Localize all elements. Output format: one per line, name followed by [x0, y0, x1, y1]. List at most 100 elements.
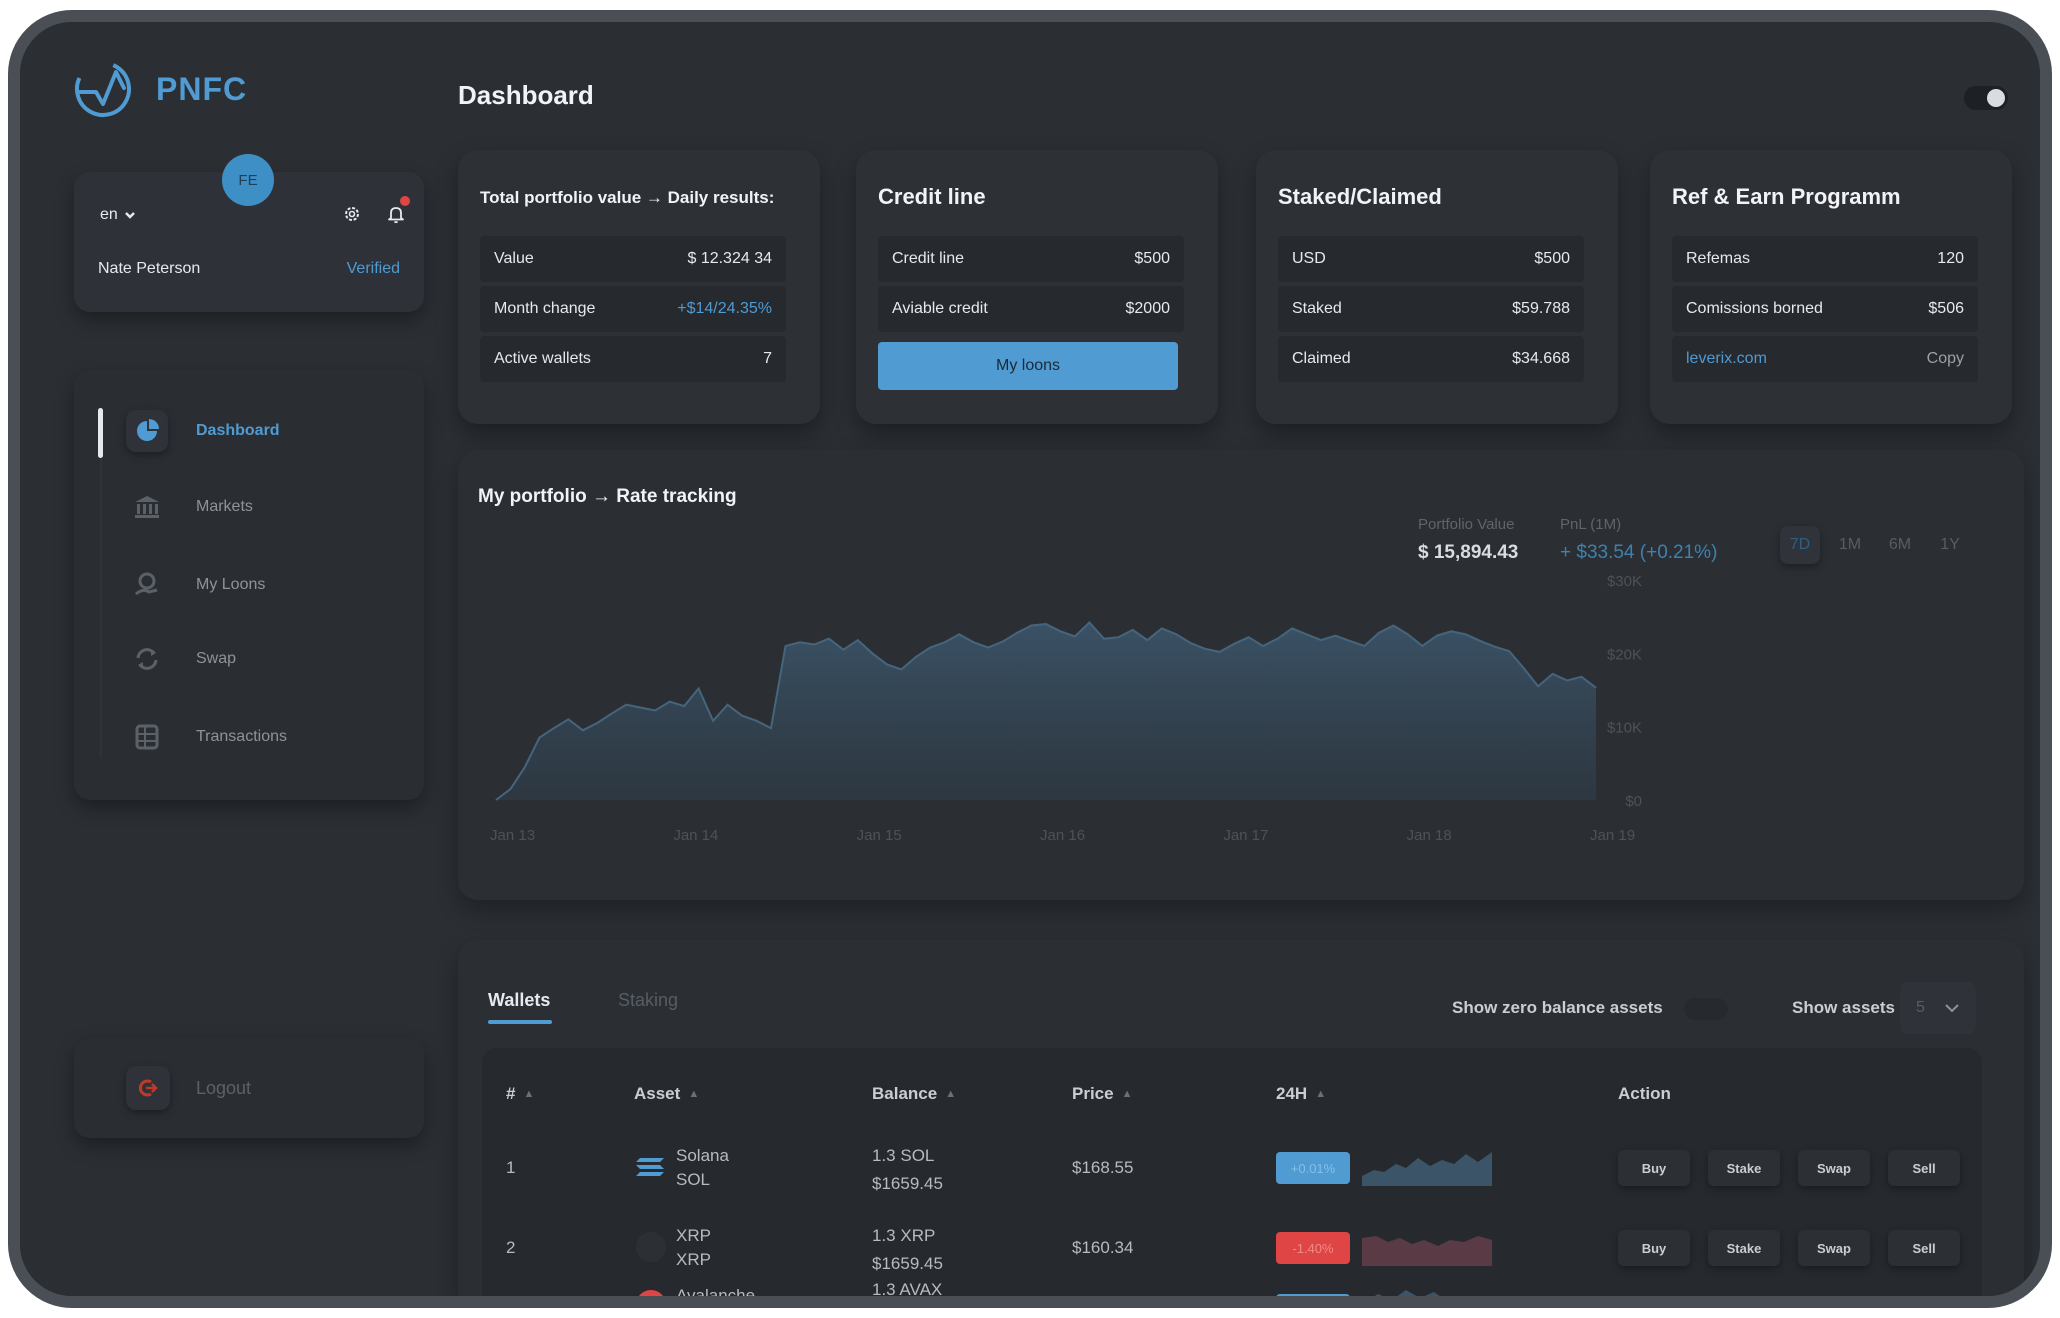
column-header-24h[interactable]: 24H ▲ — [1276, 1084, 1326, 1104]
wallets-panel: Wallets Staking Show zero balance assets… — [458, 940, 2024, 1296]
show-assets-select[interactable]: 5 — [1900, 982, 1976, 1034]
sidebar-nav: Dashboard Markets My Loons Swap Transact… — [74, 370, 424, 800]
sparkline — [1362, 1152, 1492, 1186]
x-tick-label: Jan 17 — [1223, 827, 1268, 844]
portfolio-row-active-wallets: Active wallets 7 — [480, 336, 786, 382]
balance-usd: $1659.45 — [872, 1254, 943, 1273]
brand-logo[interactable]: PNFC — [72, 58, 247, 120]
swap-button[interactable]: Swap — [1798, 1230, 1870, 1266]
table-row[interactable]: Avalanche 1.3 AVAX — [482, 1280, 1982, 1296]
sidebar-item-label: My Loons — [196, 576, 266, 593]
row-value: 120 — [1937, 250, 1964, 267]
y-tick-label: $20K — [1607, 646, 1642, 663]
asset-balance: 1.3 SOL $1659.45 — [872, 1142, 943, 1198]
x-tick-label: Jan 19 — [1590, 827, 1635, 844]
portfolio-summary-card: Total portfolio value → Daily results: V… — [458, 150, 820, 424]
stake-button[interactable]: Stake — [1708, 1230, 1780, 1266]
ref-row-referrals: Refemas 120 — [1672, 236, 1978, 282]
portfolio-area-chart: $0 $10K $20K $30K Jan 13 Jan 14 Jan 15 Jan 16 Ja… — [490, 573, 1642, 844]
stake-button[interactable]: Stake — [1708, 1150, 1780, 1186]
sort-up-icon: ▲ — [1315, 1088, 1327, 1100]
active-tab-underline — [488, 1020, 552, 1024]
asset-ticker: SOL — [676, 1170, 711, 1189]
zero-balance-toggle[interactable] — [1684, 998, 1728, 1020]
asset-full-name: XRP — [676, 1226, 711, 1245]
language-value: en — [100, 206, 118, 223]
theme-toggle[interactable] — [1964, 86, 2008, 110]
x-tick-label: Jan 15 — [857, 827, 902, 844]
avatar[interactable]: FE — [222, 154, 274, 206]
gear-icon[interactable] — [342, 204, 362, 224]
row-label: Comissions borned — [1686, 300, 1823, 317]
copy-link-button[interactable]: Copy — [1927, 350, 1964, 368]
asset-name: XRP XRP — [676, 1224, 711, 1272]
sidebar-item-markets[interactable]: Markets — [126, 486, 253, 528]
sidebar-item-label: Dashboard — [196, 422, 280, 439]
x-tick-label: Jan 16 — [1040, 827, 1085, 844]
row-label: Claimed — [1292, 350, 1351, 367]
buy-button[interactable]: Buy — [1618, 1150, 1690, 1186]
moon-icon — [1987, 89, 2005, 107]
coins-hand-icon — [126, 564, 168, 606]
bank-icon — [126, 486, 168, 528]
balance-amount: 1.3 AVAX — [872, 1280, 943, 1296]
sidebar-item-label: Markets — [196, 498, 253, 515]
portfolio-row-value: Value $ 12.324 34 — [480, 236, 786, 282]
portfolio-row-month-change: Month change +$14/24.35% — [480, 286, 786, 332]
device-frame: PNFC FE en Nate Peterson Verified Dashbo… — [8, 10, 2052, 1308]
card-title: Staked/Claimed — [1278, 184, 1442, 209]
solana-icon — [636, 1158, 664, 1176]
row-label: Month change — [494, 300, 596, 317]
sidebar-item-dashboard[interactable]: Dashboard — [126, 410, 280, 452]
verified-badge: Verified — [346, 260, 400, 277]
x-tick-label: Jan 13 — [490, 827, 535, 844]
row-value: $34.668 — [1512, 350, 1570, 367]
sell-button[interactable]: Sell — [1888, 1150, 1960, 1186]
card-title: Total portfolio value → Daily results: — [480, 188, 775, 207]
column-label: Balance — [872, 1084, 938, 1103]
user-card: FE en Nate Peterson Verified — [74, 154, 424, 312]
sort-up-icon: ▲ — [523, 1088, 535, 1100]
asset-ticker: XRP — [676, 1250, 711, 1269]
referral-link[interactable]: leverix.com — [1686, 350, 1767, 368]
row-label: Value — [494, 250, 534, 267]
row-value: $ 12.324 34 — [687, 250, 772, 267]
sort-up-icon: ▲ — [945, 1088, 957, 1100]
tab-wallets[interactable]: Wallets — [488, 990, 550, 1011]
column-header-index[interactable]: # ▲ — [506, 1084, 534, 1104]
xrp-icon — [636, 1232, 666, 1262]
bell-icon[interactable] — [386, 204, 406, 224]
row-label: USD — [1292, 250, 1326, 267]
chevron-down-icon — [124, 212, 135, 219]
notification-dot — [400, 196, 410, 206]
change-badge — [1276, 1294, 1350, 1296]
asset-price: $160.34 — [1072, 1238, 1134, 1257]
sidebar-item-swap[interactable]: Swap — [126, 638, 236, 680]
column-header-price[interactable]: Price ▲ — [1072, 1084, 1132, 1104]
column-header-asset[interactable]: Asset ▲ — [634, 1084, 699, 1104]
table-row[interactable]: 1 Solana SOL 1.3 SOL $1659.45 $168.55 +0… — [482, 1126, 1982, 1206]
logout-button[interactable]: Logout — [74, 1038, 424, 1138]
my-loons-button[interactable]: My loons — [878, 342, 1178, 390]
staked-row-usd: USD $500 — [1278, 236, 1584, 282]
app-screen: PNFC FE en Nate Peterson Verified Dashbo… — [20, 22, 2040, 1296]
row-label: Active wallets — [494, 350, 591, 367]
sell-button[interactable]: Sell — [1888, 1230, 1960, 1266]
language-selector[interactable]: en — [100, 206, 136, 224]
swap-button[interactable]: Swap — [1798, 1150, 1870, 1186]
staked-claimed-card: Staked/Claimed USD $500 Staked $59.788 C… — [1256, 150, 1618, 424]
tab-staking[interactable]: Staking — [618, 990, 678, 1011]
chevron-down-icon — [1945, 1004, 1959, 1013]
y-tick-label: $10K — [1607, 720, 1642, 737]
asset-balance: 1.3 XRP $1659.45 — [872, 1222, 943, 1278]
column-header-balance[interactable]: Balance ▲ — [872, 1084, 956, 1104]
logout-label: Logout — [196, 1078, 252, 1098]
credit-row-credit-line: Credit line $500 — [878, 236, 1184, 282]
sidebar-item-my-loons[interactable]: My Loons — [126, 564, 265, 606]
sidebar-item-transactions[interactable]: Transactions — [126, 716, 287, 758]
row-value: $506 — [1928, 300, 1964, 317]
table-row[interactable]: 2 XRP XRP 1.3 XRP $1659.45 $160.34 -1.40… — [482, 1206, 1982, 1286]
buy-button[interactable]: Buy — [1618, 1230, 1690, 1266]
user-name: Nate Peterson — [98, 260, 201, 277]
sparkline — [1374, 1290, 1462, 1296]
